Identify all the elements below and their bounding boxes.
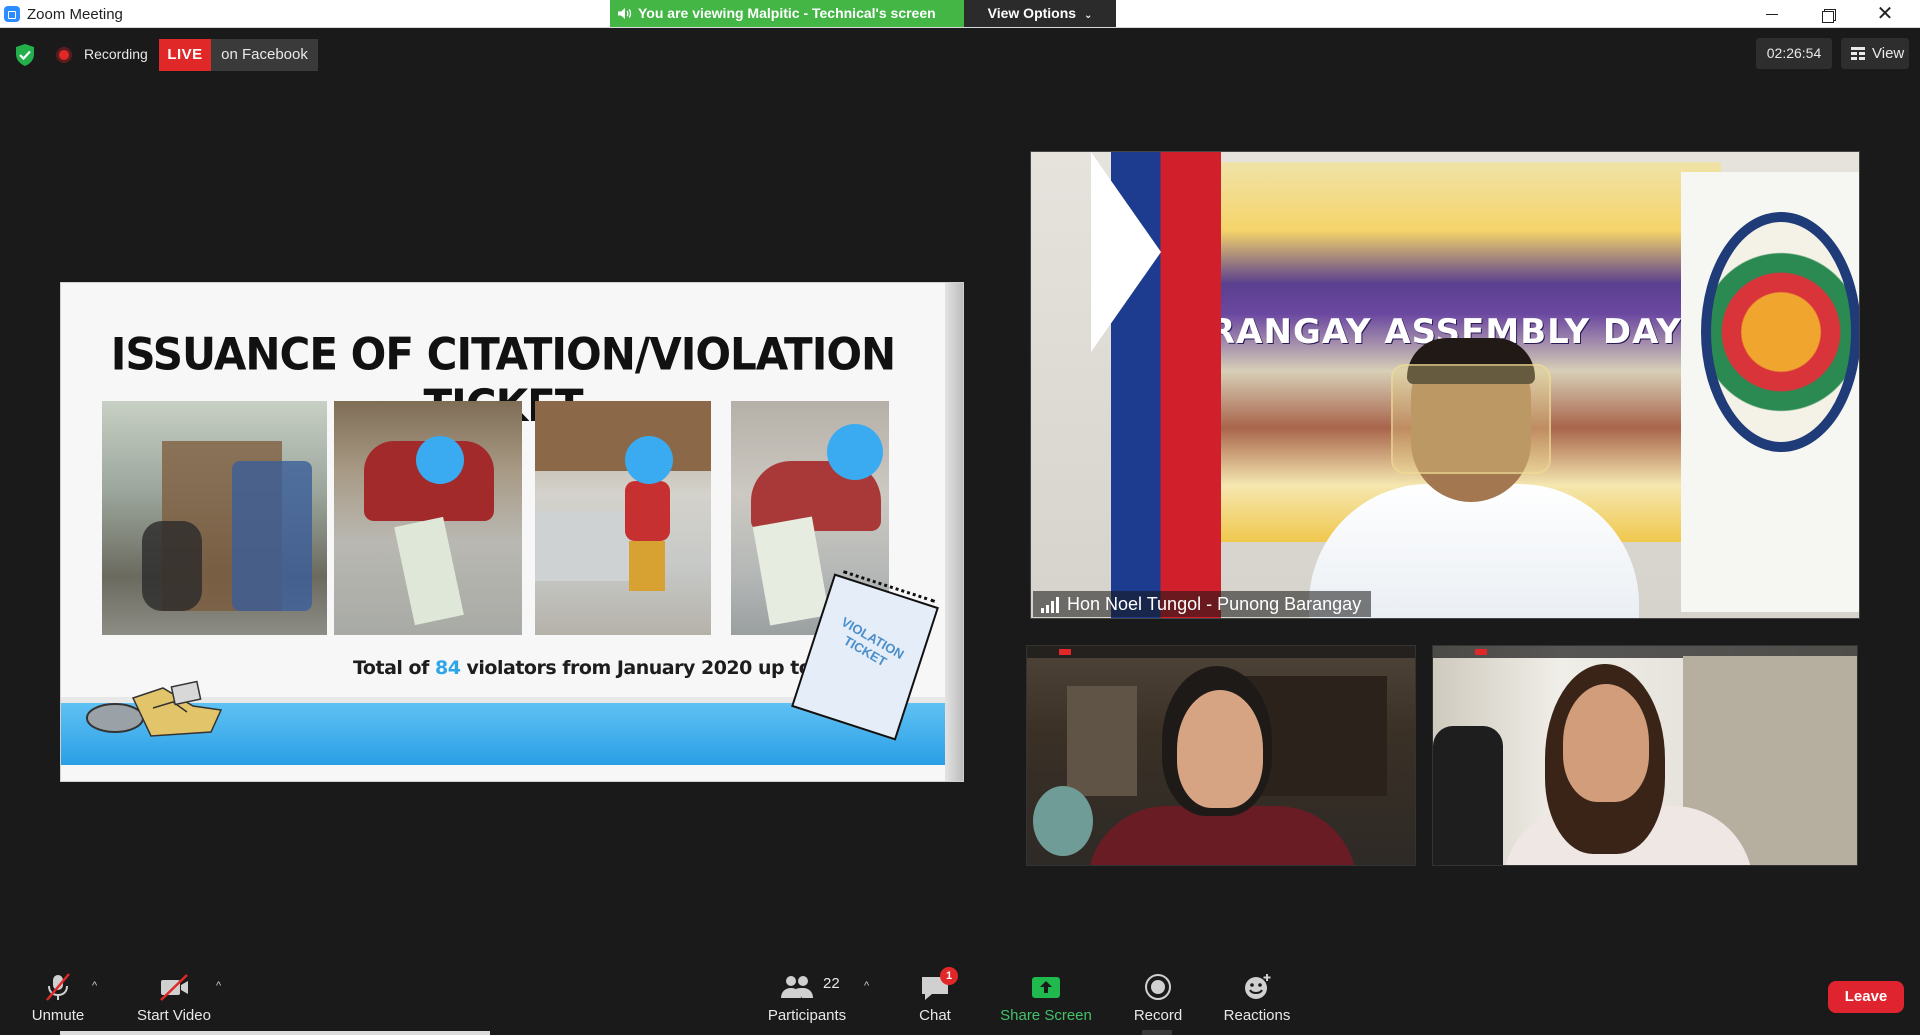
share-screen-icon (1032, 977, 1060, 998)
slide-photo-confiscated-items (102, 401, 327, 635)
reactions-label: Reactions (1223, 1007, 1291, 1024)
participant-face (1177, 690, 1263, 808)
chat-unread-badge: 1 (940, 967, 958, 985)
close-button[interactable]: ✕ (1857, 0, 1913, 28)
slide-photo-violator-signing-1 (334, 401, 522, 635)
face-blur (827, 424, 883, 480)
unmute-label: Unmute (31, 1007, 85, 1024)
view-label: View (1872, 45, 1905, 62)
record-icon (1145, 974, 1171, 1000)
reactions-smiley-icon (1245, 974, 1271, 999)
meeting-timer: 02:26:54 (1756, 38, 1832, 69)
active-speaker-video[interactable]: RANGAY ASSEMBLY DAY (1030, 151, 1860, 619)
speaker-name-tag: Hon Noel Tungol - Punong Barangay (1033, 591, 1372, 617)
recording-icon (56, 47, 72, 63)
meeting-toolbar: Unmute ^ Start Video ^ 22 Participants ^ (0, 960, 1920, 1035)
minimize-button[interactable] (1744, 0, 1800, 28)
unmute-button[interactable]: Unmute (18, 960, 98, 1035)
view-options-label: View Options (987, 5, 1077, 21)
mini-live-badge (1475, 649, 1487, 655)
record-label: Record (1133, 1007, 1183, 1024)
window-title: Zoom Meeting (27, 6, 123, 23)
mini-live-badge (1059, 649, 1071, 655)
flag-triangle (1091, 152, 1161, 352)
shield-icon[interactable] (15, 44, 35, 66)
recording-label[interactable]: Recording (84, 46, 148, 62)
reactions-button[interactable]: Reactions (1218, 960, 1296, 1035)
live-platform-label[interactable]: on Facebook (211, 39, 318, 71)
chair (1433, 726, 1503, 865)
start-video-button[interactable]: Start Video (124, 960, 224, 1035)
viewing-screen-banner: You are viewing Malpitic - Technical's s… (610, 0, 964, 27)
share-screen-button[interactable]: Share Screen (992, 960, 1100, 1035)
view-button[interactable]: View (1841, 38, 1909, 69)
video-options-caret-icon[interactable]: ^ (216, 980, 221, 992)
speaker-name: Hon Noel Tungol - Punong Barangay (1067, 594, 1362, 614)
audio-options-caret-icon[interactable]: ^ (92, 980, 97, 992)
participants-count: 22 (823, 975, 840, 992)
face-blur (625, 436, 673, 484)
participants-icon (781, 976, 813, 998)
record-indicator-bar (1142, 1030, 1172, 1035)
trash-pile-illustration (86, 680, 223, 737)
grid-view-icon (1851, 47, 1865, 60)
fan (1033, 786, 1093, 856)
record-button[interactable]: Record (1122, 960, 1194, 1035)
city-seal (1701, 212, 1859, 452)
leave-button[interactable]: Leave (1828, 981, 1904, 1013)
shared-screen-slide[interactable]: ISSUANCE OF CITATION/VIOLATION TICKET T (60, 282, 964, 782)
chevron-down-icon: ⌄ (1083, 10, 1093, 21)
tile-nested-toolbar (1027, 646, 1415, 658)
face-blur (416, 436, 464, 484)
restore-button[interactable] (1800, 0, 1856, 28)
start-video-label: Start Video (137, 1007, 211, 1024)
live-badge[interactable]: LIVE (159, 39, 211, 71)
participant-face (1563, 684, 1649, 802)
view-options-button[interactable]: View Options ⌄ (964, 0, 1116, 27)
zoom-logo-icon (4, 6, 20, 22)
video-camera-off-icon (160, 974, 188, 1001)
speaker-icon (618, 8, 632, 19)
caption-number: 84 (434, 657, 461, 679)
slide-photo-violator-seated (535, 401, 711, 635)
share-screen-label: Share Screen (1000, 1007, 1092, 1024)
participant-video-tile[interactable] (1432, 645, 1858, 866)
participant-video-tile[interactable] (1026, 645, 1416, 866)
participants-button[interactable]: 22 Participants (752, 960, 862, 1035)
participants-label: Participants (767, 1007, 847, 1024)
wall-frame (1067, 686, 1137, 796)
caption-prefix: Total of (353, 657, 435, 679)
chat-label: Chat (919, 1007, 951, 1024)
signal-strength-icon (1041, 597, 1059, 613)
shared-screen-scrollbar[interactable] (60, 1031, 490, 1035)
viewing-banner-text: You are viewing Malpitic - Technical's s… (638, 5, 936, 21)
participants-options-caret-icon[interactable]: ^ (864, 980, 869, 992)
microphone-muted-icon (46, 973, 70, 1001)
zoom-meeting-window: Zoom Meeting You are viewing Malpitic - … (0, 0, 1920, 1035)
title-bar: Zoom Meeting You are viewing Malpitic - … (0, 0, 1920, 28)
chat-button[interactable]: 1 Chat (900, 960, 970, 1035)
slide-edge-shadow (945, 283, 963, 781)
speaker-face-shield (1391, 364, 1551, 474)
ticket-text: VIOLATION TICKET (831, 614, 907, 675)
